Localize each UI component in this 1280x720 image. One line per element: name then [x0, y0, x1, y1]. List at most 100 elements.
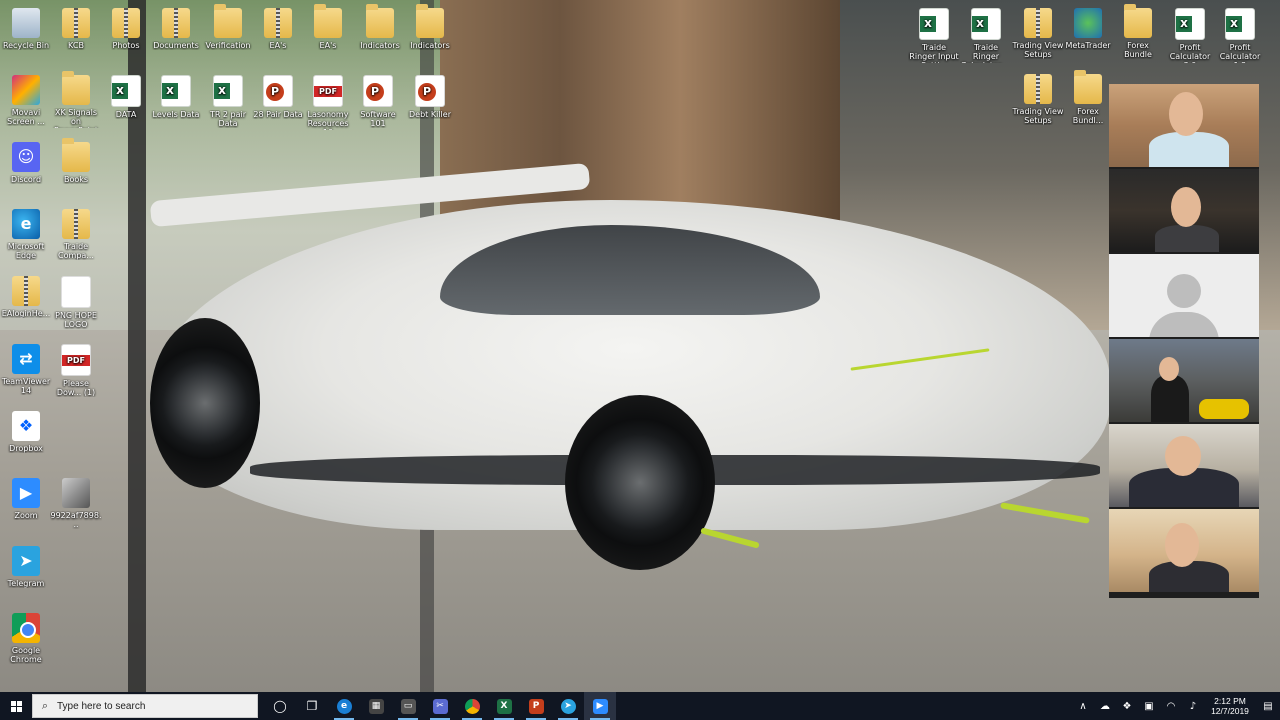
desktop-icon[interactable]: KCB	[50, 8, 102, 50]
desktop-icon[interactable]: Indicators	[354, 4, 406, 50]
desktop-icon[interactable]: Debt Killer	[404, 75, 456, 119]
desktop-icon[interactable]: Verification	[202, 4, 254, 50]
desktop-icon[interactable]: Software 101	[352, 75, 404, 128]
desktop-icon[interactable]: Please Dow... (1)	[50, 344, 102, 397]
dropbox-tray-icon[interactable]: ❖	[1116, 701, 1138, 712]
windows-logo-icon	[10, 700, 22, 712]
onedrive-cloud-icon[interactable]: ☁	[1094, 701, 1116, 712]
desktop-icon[interactable]: Recycle Bin	[0, 8, 52, 50]
taskbar-remote-app[interactable]: ▭	[392, 692, 424, 720]
wifi-icon[interactable]: ◠	[1160, 701, 1182, 712]
desktop-icon[interactable]: Documents	[150, 8, 202, 50]
desktop-icon[interactable]: EA's	[302, 4, 354, 50]
desktop-icon[interactable]: Forex Bundle	[1112, 4, 1164, 59]
edge-icon: e	[336, 698, 352, 714]
desktop-icon-label: TR 2 pair Data	[209, 110, 247, 128]
excel-file-icon	[1175, 8, 1205, 40]
desktop-icon[interactable]: Movavi Screen ...	[0, 75, 52, 126]
desktop-icon[interactable]: Forex Bundl...	[1062, 70, 1114, 125]
participant-body	[1151, 375, 1189, 422]
participant-head	[1171, 187, 1201, 227]
desktop-icon-label: EA's	[319, 41, 337, 50]
desktop-icon-label: Books	[63, 175, 89, 184]
desktop-icon[interactable]: e Microsoft Edge	[0, 209, 52, 260]
video-call-gallery[interactable]	[1109, 84, 1259, 598]
desktop-icon[interactable]: 28 Pair Data	[252, 75, 304, 119]
task-view-icon: ❐	[306, 699, 318, 713]
folder-icon	[416, 4, 444, 38]
taskbar-snip-tool[interactable]: ✂	[424, 692, 456, 720]
folder-icon	[314, 4, 342, 38]
desktop-icon[interactable]: Traide Ringer Input Setti...	[908, 8, 960, 63]
search-icon: ⌕	[41, 699, 49, 712]
desktop-icon[interactable]: ▶ Zoom	[0, 478, 52, 520]
desktop-icon[interactable]: DATA	[100, 75, 152, 119]
desktop-icon[interactable]: Trading View Setups	[1012, 8, 1064, 59]
taskbar-calculator[interactable]: ▦	[360, 692, 392, 720]
participant-head	[1159, 357, 1179, 381]
taskbar-search-box[interactable]: ⌕ Type here to search	[32, 694, 258, 718]
video-tile[interactable]	[1109, 169, 1259, 254]
video-tile[interactable]	[1109, 424, 1259, 509]
powerpoint-file-icon	[263, 75, 293, 107]
taskbar-clock[interactable]: 2:12 PM 12/7/2019	[1204, 696, 1256, 716]
desktop-icon[interactable]: Google Chrome	[0, 613, 52, 664]
desktop-icon-label: Indicators	[410, 41, 450, 50]
desktop-icon[interactable]: ⇄ TeamViewer 14	[0, 344, 52, 395]
video-tile[interactable]	[1109, 509, 1259, 594]
desktop-icon[interactable]: Photos	[100, 8, 152, 50]
desktop-icon[interactable]: Profit Calculator 1.2	[1214, 8, 1266, 63]
desktop-icon[interactable]: XK Signals on PowerPoint	[50, 71, 102, 128]
desktop-icon[interactable]: Lasonomy Resources 10	[302, 75, 354, 130]
desktop-icon-label: Microsoft Edge	[7, 242, 45, 260]
task-view-button[interactable]: ❐	[296, 692, 328, 720]
tray-overflow-chevron-icon[interactable]: ∧	[1072, 701, 1094, 712]
desktop-icon[interactable]: EA's	[252, 8, 304, 50]
metatrader-icon	[1074, 8, 1102, 38]
action-center-notification-icon[interactable]: ▤	[1256, 701, 1280, 712]
desktop-icon-label: Recycle Bin	[2, 41, 50, 50]
desktop-icon[interactable]: Trading View Setups	[1012, 74, 1064, 125]
desktop-icon-label: KCB	[68, 41, 84, 50]
chrome-icon	[464, 698, 480, 714]
desktop-icon[interactable]: PNG HOPE LOGO	[50, 276, 102, 329]
pdf-file-icon	[61, 344, 91, 376]
desktop-icon[interactable]: MetaTrader	[1062, 8, 1114, 50]
video-tile[interactable]	[1109, 339, 1259, 424]
desktop-icon[interactable]: TR 2 pair Data	[202, 75, 254, 128]
folder-icon	[62, 71, 90, 105]
movavi-icon	[12, 75, 40, 105]
zip-folder-icon	[264, 8, 292, 38]
search-placeholder: Type here to search	[57, 700, 146, 712]
desktop-icon-label: Documents	[153, 41, 199, 50]
volume-icon[interactable]: ♪	[1182, 701, 1204, 712]
desktop-icon[interactable]: Traide Compa...	[50, 209, 102, 260]
tray-app-icon[interactable]: ▣	[1138, 701, 1160, 712]
desktop-icon[interactable]: Profit Calculator 3.0	[1164, 8, 1216, 63]
excel-file-icon	[919, 8, 949, 40]
taskbar-chrome[interactable]	[456, 692, 488, 720]
taskbar-zoom[interactable]: ▶	[584, 692, 616, 720]
taskbar-powerpoint[interactable]: P	[520, 692, 552, 720]
desktop-icon[interactable]: Traide Ringer Calculator ...	[960, 8, 1012, 63]
video-tile-no-camera[interactable]	[1109, 254, 1259, 339]
desktop-icon[interactable]: ☺ Discord	[0, 142, 52, 184]
taskbar-excel[interactable]: X	[488, 692, 520, 720]
cortana-button[interactable]: ◯	[264, 692, 296, 720]
desktop-icon[interactable]: 9922af7898...	[50, 478, 102, 529]
video-tile[interactable]	[1109, 84, 1259, 169]
system-tray: ∧ ☁ ❖ ▣ ◠ ♪ 2:12 PM 12/7/2019 ▤	[1072, 692, 1280, 720]
desktop-icon[interactable]: Indicators	[404, 4, 456, 50]
desktop-icon-label: Telegram	[7, 579, 45, 588]
clock-time: 2:12 PM	[1214, 696, 1246, 706]
start-button[interactable]	[0, 692, 32, 720]
desktop-icon[interactable]: Books	[50, 138, 102, 184]
desktop-icon[interactable]: EAloginHe...	[0, 276, 52, 318]
taskbar-edge[interactable]: e	[328, 692, 360, 720]
desktop-icon[interactable]: ➤ Telegram	[0, 546, 52, 588]
zip-folder-icon	[12, 276, 40, 306]
desktop-icon[interactable]: Levels Data	[150, 75, 202, 119]
desktop-icon[interactable]: ❖ Dropbox	[0, 411, 52, 453]
taskbar-telegram[interactable]: ➤	[552, 692, 584, 720]
teamviewer-icon: ⇄	[12, 344, 40, 374]
